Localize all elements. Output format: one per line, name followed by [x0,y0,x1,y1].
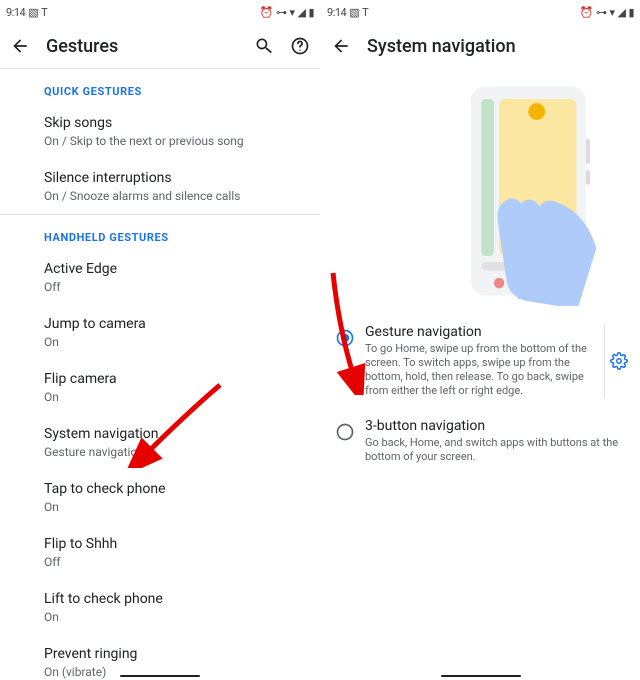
radio-unselected-icon [333,420,357,444]
signal-icon: ◢ [297,6,305,19]
gestures-screen: 9:14 ▧ T ⏰ ⊶ ▾ ◢ ▮ Gestures Quick Gestur… [0,0,320,680]
gesture-navbar-indicator [441,675,521,677]
radio-selected-icon [333,326,357,350]
tesla-icon: T [362,6,368,19]
page-title: Gestures [46,36,238,57]
item-active-edge[interactable]: Active Edge Off [0,250,320,305]
wifi-icon: ▾ [609,6,614,19]
item-title: System navigation [44,425,304,443]
image-icon: ▧ [349,6,359,19]
item-subtitle: Gesture navigation [44,444,304,460]
item-title: Prevent ringing [44,645,304,663]
system-navigation-screen: 9:14 ▧ T ⏰ ⊶ ▾ ◢ ▮ System navigation [320,0,640,680]
arrow-back-icon [331,36,351,56]
search-icon [254,36,274,56]
item-subtitle: Off [44,279,304,295]
battery-icon: ▮ [308,6,314,19]
clock-text: 9:14 [327,6,346,19]
item-system-navigation[interactable]: System navigation Gesture navigation [0,415,320,470]
item-title: Active Edge [44,260,304,278]
item-flip-to-shhh[interactable]: Flip to Shhh Off [0,525,320,580]
item-silence-interruptions[interactable]: Silence interruptions On / Snooze alarms… [0,159,320,214]
page-title: System navigation [367,36,630,57]
item-subtitle: On [44,389,304,405]
help-button[interactable] [290,36,310,56]
app-bar: Gestures [0,24,320,68]
item-skip-songs[interactable]: Skip songs On / Skip to the next or prev… [0,104,320,159]
signal-icon: ◢ [617,6,625,19]
key-icon: ⊶ [276,6,287,19]
item-subtitle: On [44,499,304,515]
item-tap-to-check-phone[interactable]: Tap to check phone On [0,470,320,525]
option-description: To go Home, swipe up from the bottom of … [365,342,592,398]
item-title: Lift to check phone [44,590,304,608]
arrow-back-icon [10,36,30,56]
back-button[interactable] [10,36,30,56]
illustration [321,68,640,314]
back-button[interactable] [331,36,351,56]
alarm-icon: ⏰ [580,6,593,19]
item-lift-to-check-phone[interactable]: Lift to check phone On [0,580,320,635]
alarm-icon: ⏰ [260,6,273,19]
option-description: Go back, Home, and switch apps with butt… [365,436,628,464]
item-prevent-ringing[interactable]: Prevent ringing On (vibrate) [0,635,320,680]
wifi-icon: ▾ [289,6,294,19]
item-subtitle: On / Skip to the next or previous song [44,133,304,149]
tesla-icon: T [41,6,47,19]
item-jump-to-camera[interactable]: Jump to camera On [0,305,320,360]
status-bar: 9:14 ▧ T ⏰ ⊶ ▾ ◢ ▮ [0,0,320,24]
item-subtitle: On (vibrate) [44,664,304,680]
item-title: Tap to check phone [44,480,304,498]
key-icon: ⊶ [596,6,607,19]
search-button[interactable] [254,36,274,56]
battery-icon: ▮ [628,6,634,19]
option-gesture-navigation[interactable]: Gesture navigation To go Home, swipe up … [321,314,640,408]
item-subtitle: On [44,609,304,625]
item-subtitle: On / Snooze alarms and silence calls [44,188,304,204]
option-title: 3-button navigation [365,418,628,434]
item-title: Skip songs [44,114,304,132]
item-title: Silence interruptions [44,169,304,187]
item-subtitle: Off [44,554,304,570]
clock-text: 9:14 [6,6,25,19]
option-title: Gesture navigation [365,324,592,340]
option-settings-button[interactable] [610,352,628,370]
help-icon [290,36,310,56]
item-subtitle: On [44,334,304,350]
item-flip-camera[interactable]: Flip camera On [0,360,320,415]
app-bar: System navigation [321,24,640,68]
item-title: Flip camera [44,370,304,388]
section-handheld-gestures: Handheld Gestures [0,215,320,250]
gesture-navbar-indicator [120,675,200,677]
item-title: Jump to camera [44,315,304,333]
gear-icon [610,352,628,370]
image-icon: ▧ [28,6,38,19]
item-title: Flip to Shhh [44,535,304,553]
status-bar: 9:14 ▧ T ⏰ ⊶ ▾ ◢ ▮ [321,0,640,24]
section-quick-gestures: Quick Gestures [0,69,320,104]
option-3-button-navigation[interactable]: 3-button navigation Go back, Home, and s… [321,408,640,474]
